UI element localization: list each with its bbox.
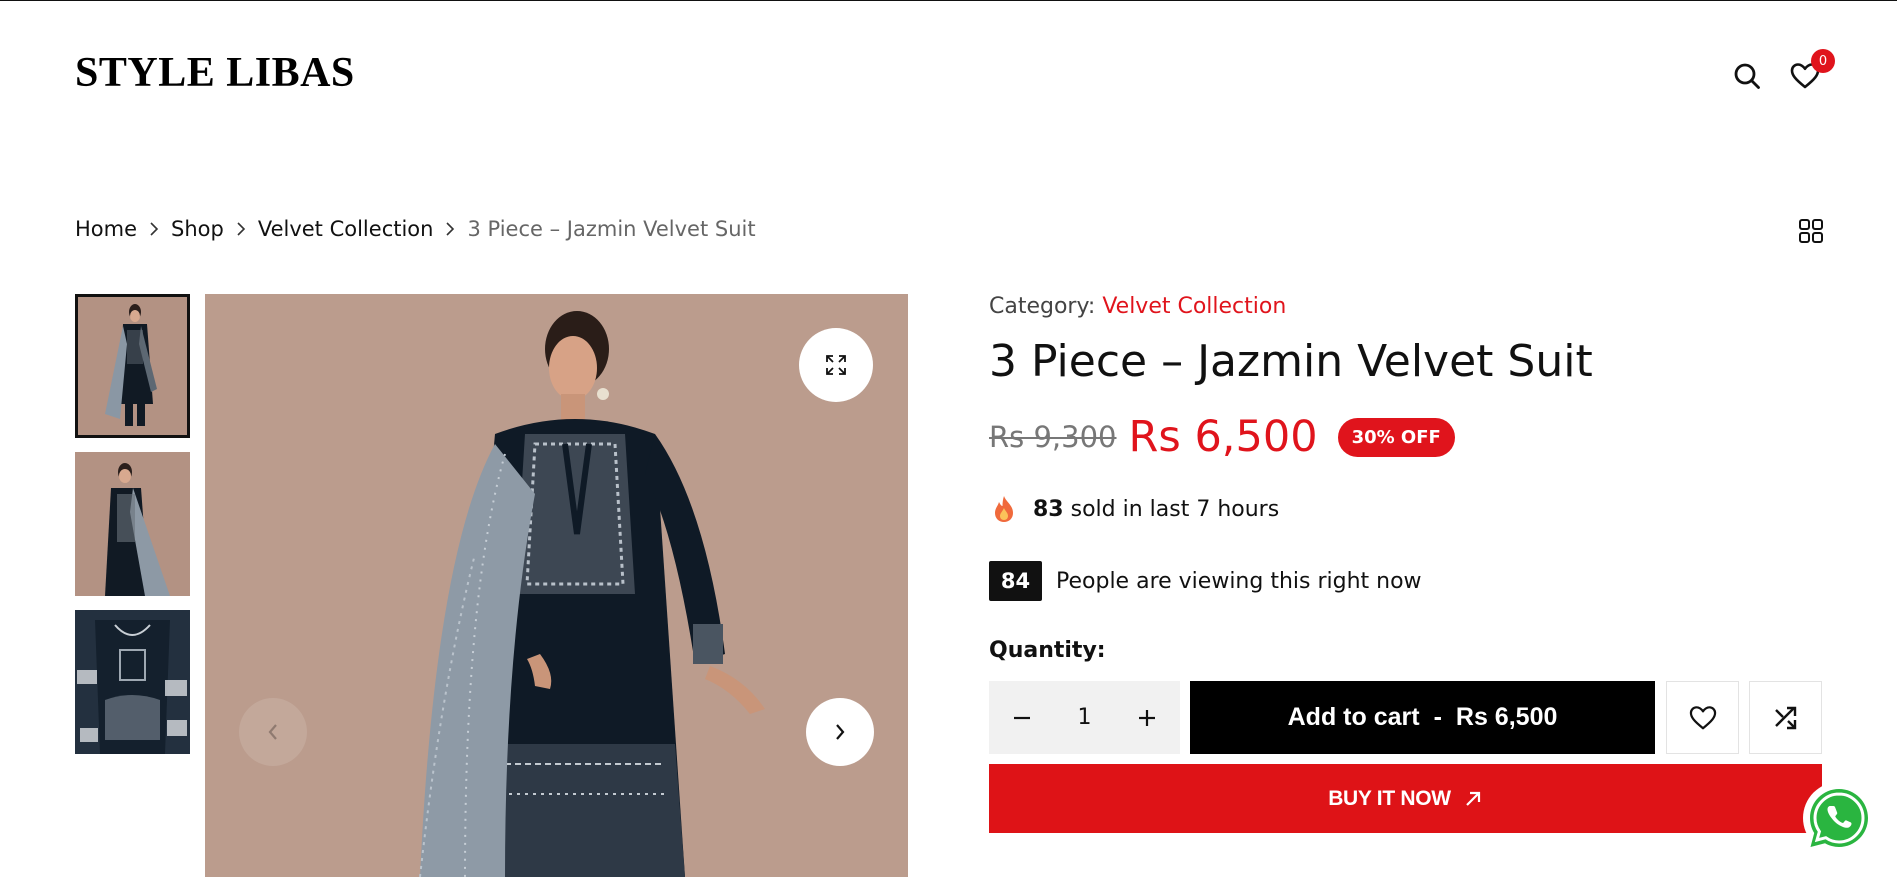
sold-counter: 83 sold in last 7 hours bbox=[989, 494, 1279, 524]
add-to-wishlist-button[interactable] bbox=[1666, 681, 1739, 754]
zoom-button[interactable] bbox=[799, 328, 873, 402]
grid-view-button[interactable] bbox=[1798, 218, 1824, 244]
viewers-text: People are viewing this right now bbox=[1056, 568, 1422, 594]
viewers-count: 84 bbox=[989, 561, 1042, 601]
top-border bbox=[0, 0, 1897, 1]
minus-icon bbox=[1014, 716, 1030, 719]
breadcrumb-current: 3 Piece – Jazmin Velvet Suit bbox=[467, 217, 756, 241]
heart-icon bbox=[1689, 705, 1716, 729]
chevron-right-icon bbox=[149, 222, 159, 236]
quantity-label: Quantity: bbox=[989, 638, 1106, 663]
quantity-input[interactable] bbox=[1064, 705, 1105, 730]
category-link[interactable]: Velvet Collection bbox=[1102, 294, 1286, 319]
whatsapp-icon bbox=[1803, 782, 1875, 854]
breadcrumb: Home Shop Velvet Collection 3 Piece – Ja… bbox=[75, 217, 756, 241]
product-title: 3 Piece – Jazmin Velvet Suit bbox=[989, 336, 1593, 387]
product-category: Category: Velvet Collection bbox=[989, 294, 1286, 319]
quantity-increase-button[interactable] bbox=[1132, 703, 1162, 733]
quantity-stepper bbox=[989, 681, 1180, 754]
breadcrumb-category[interactable]: Velvet Collection bbox=[258, 217, 434, 241]
shuffle-icon bbox=[1774, 706, 1796, 729]
category-label: Category: bbox=[989, 294, 1096, 319]
arrow-up-right-icon bbox=[1463, 789, 1483, 809]
sold-text: sold in last 7 hours bbox=[1070, 496, 1280, 522]
chevron-left-icon bbox=[268, 724, 277, 740]
buy-now-label: BUY IT NOW bbox=[1328, 786, 1451, 810]
add-to-cart-label: Add to cart bbox=[1287, 703, 1420, 731]
breadcrumb-home[interactable]: Home bbox=[75, 217, 137, 241]
product-thumbnail-2[interactable] bbox=[75, 452, 190, 596]
price-row: Rs 9,300 Rs 6,500 30% OFF bbox=[989, 412, 1455, 462]
site-logo[interactable]: STYLE LIBAS bbox=[75, 52, 355, 94]
product-thumbnail-1[interactable] bbox=[75, 294, 190, 438]
product-main-image[interactable] bbox=[205, 294, 908, 877]
add-to-cart-separator: - bbox=[1433, 703, 1442, 731]
sold-count: 83 bbox=[1033, 496, 1064, 522]
add-to-cart-button[interactable]: Add to cart - Rs 6,500 bbox=[1190, 681, 1655, 754]
fire-icon bbox=[995, 496, 1013, 522]
expand-icon bbox=[826, 355, 846, 375]
next-image-button[interactable] bbox=[806, 698, 874, 766]
breadcrumb-shop[interactable]: Shop bbox=[171, 217, 224, 241]
wishlist-count-badge: 0 bbox=[1811, 49, 1835, 73]
compare-button[interactable] bbox=[1749, 681, 1822, 754]
grid-icon bbox=[1799, 219, 1823, 243]
plus-icon bbox=[1139, 709, 1155, 726]
discount-badge: 30% OFF bbox=[1337, 417, 1455, 457]
search-icon bbox=[1734, 63, 1760, 89]
chevron-right-icon bbox=[445, 222, 455, 236]
product-thumbnail-3[interactable] bbox=[75, 610, 190, 754]
chevron-right-icon bbox=[236, 222, 246, 236]
search-button[interactable] bbox=[1729, 58, 1765, 94]
whatsapp-chat-button[interactable] bbox=[1802, 781, 1876, 855]
chevron-right-icon bbox=[836, 724, 845, 740]
add-to-cart-price: Rs 6,500 bbox=[1455, 703, 1558, 731]
quantity-decrease-button[interactable] bbox=[1007, 703, 1037, 733]
current-price: Rs 6,500 bbox=[1128, 412, 1318, 462]
previous-image-button[interactable] bbox=[239, 698, 307, 766]
viewers-counter: 84 People are viewing this right now bbox=[989, 561, 1422, 601]
buy-now-button[interactable]: BUY IT NOW bbox=[989, 764, 1822, 833]
old-price: Rs 9,300 bbox=[989, 420, 1117, 454]
